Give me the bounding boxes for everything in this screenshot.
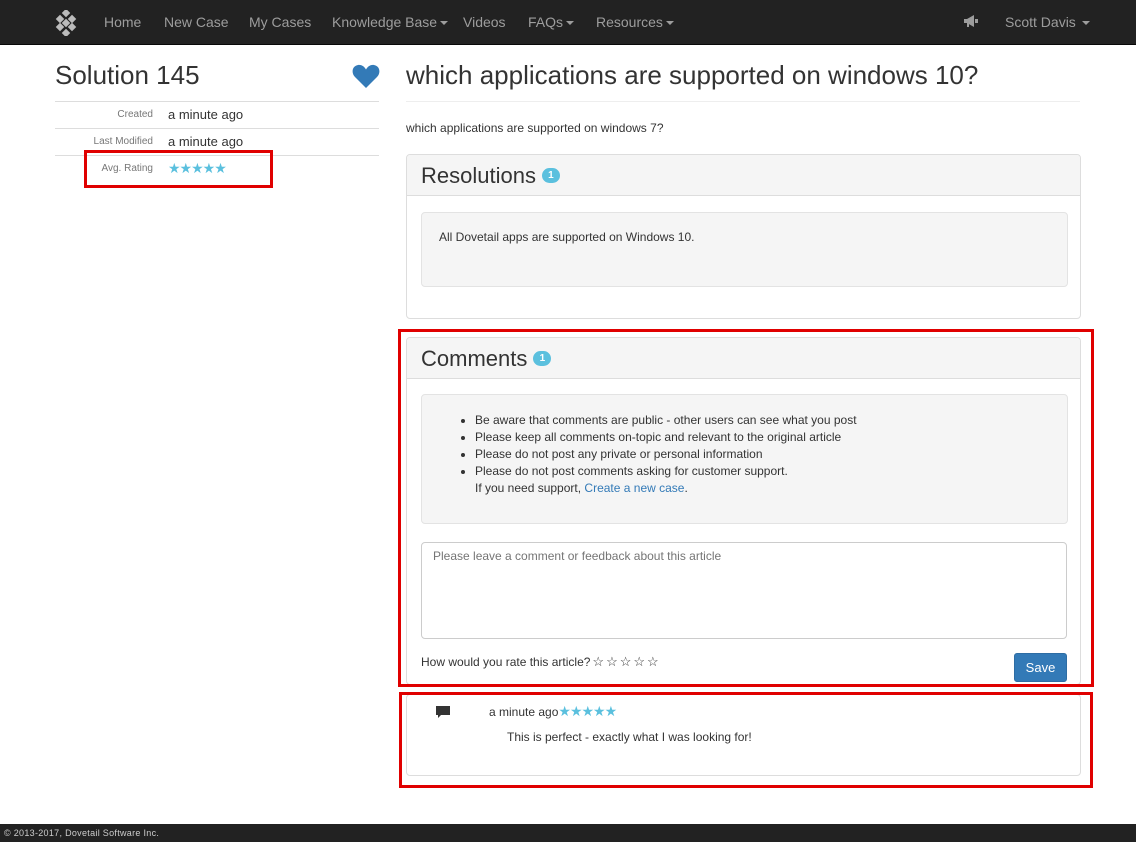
top-navbar: Home New Case My Cases Knowledge Base Vi… <box>0 0 1136 45</box>
question-body: which applications are supported on wind… <box>406 121 664 135</box>
footer-copyright: © 2013-2017, Dovetail Software Inc. <box>4 828 160 838</box>
nav-resources-label: Resources <box>596 14 663 30</box>
highlight-box-comments <box>398 329 1094 687</box>
chevron-down-icon <box>1081 21 1090 26</box>
chevron-down-icon <box>566 21 575 26</box>
resolution-text: All Dovetail apps are supported on Windo… <box>439 230 695 244</box>
highlight-box-comment-item <box>399 692 1093 788</box>
nav-videos[interactable]: Videos <box>463 0 506 45</box>
resolution-well: All Dovetail apps are supported on Windo… <box>421 212 1068 287</box>
nav-new-case[interactable]: New Case <box>164 0 229 45</box>
nav-resources[interactable]: Resources <box>596 0 674 45</box>
footer: © 2013-2017, Dovetail Software Inc. <box>0 824 1136 842</box>
nav-home[interactable]: Home <box>104 0 141 45</box>
chevron-down-icon <box>440 21 449 26</box>
heart-icon[interactable] <box>352 63 380 89</box>
nav-faqs[interactable]: FAQs <box>528 0 575 45</box>
question-title: which applications are supported on wind… <box>406 60 979 90</box>
nav-knowledge-base-label: Knowledge Base <box>332 14 438 30</box>
nav-faqs-label: FAQs <box>528 14 564 30</box>
dovetail-logo-icon[interactable] <box>53 10 79 36</box>
solution-title: Solution 145 <box>55 60 200 90</box>
meta-label: Last Modified <box>93 136 153 147</box>
nav-my-cases[interactable]: My Cases <box>249 0 311 45</box>
resolutions-header: Resolutions 1 <box>407 155 1080 196</box>
resolutions-count-badge: 1 <box>541 167 560 183</box>
divider <box>406 101 1080 102</box>
user-name: Scott Davis <box>1005 14 1076 30</box>
meta-created: Created a minute ago <box>55 101 379 128</box>
megaphone-icon[interactable] <box>963 14 979 28</box>
resolutions-title-text: Resolutions <box>421 163 536 188</box>
highlight-box-rating <box>84 150 273 188</box>
chevron-down-icon <box>665 21 674 26</box>
nav-knowledge-base[interactable]: Knowledge Base <box>332 0 449 45</box>
user-menu[interactable]: Scott Davis <box>1005 0 1090 45</box>
meta-label: Created <box>117 109 153 120</box>
meta-value: a minute ago <box>168 134 244 149</box>
resolutions-panel: Resolutions 1 All Dovetail apps are suppo… <box>406 154 1081 319</box>
resolutions-title: Resolutions 1 <box>421 163 560 189</box>
meta-value: a minute ago <box>168 107 244 122</box>
